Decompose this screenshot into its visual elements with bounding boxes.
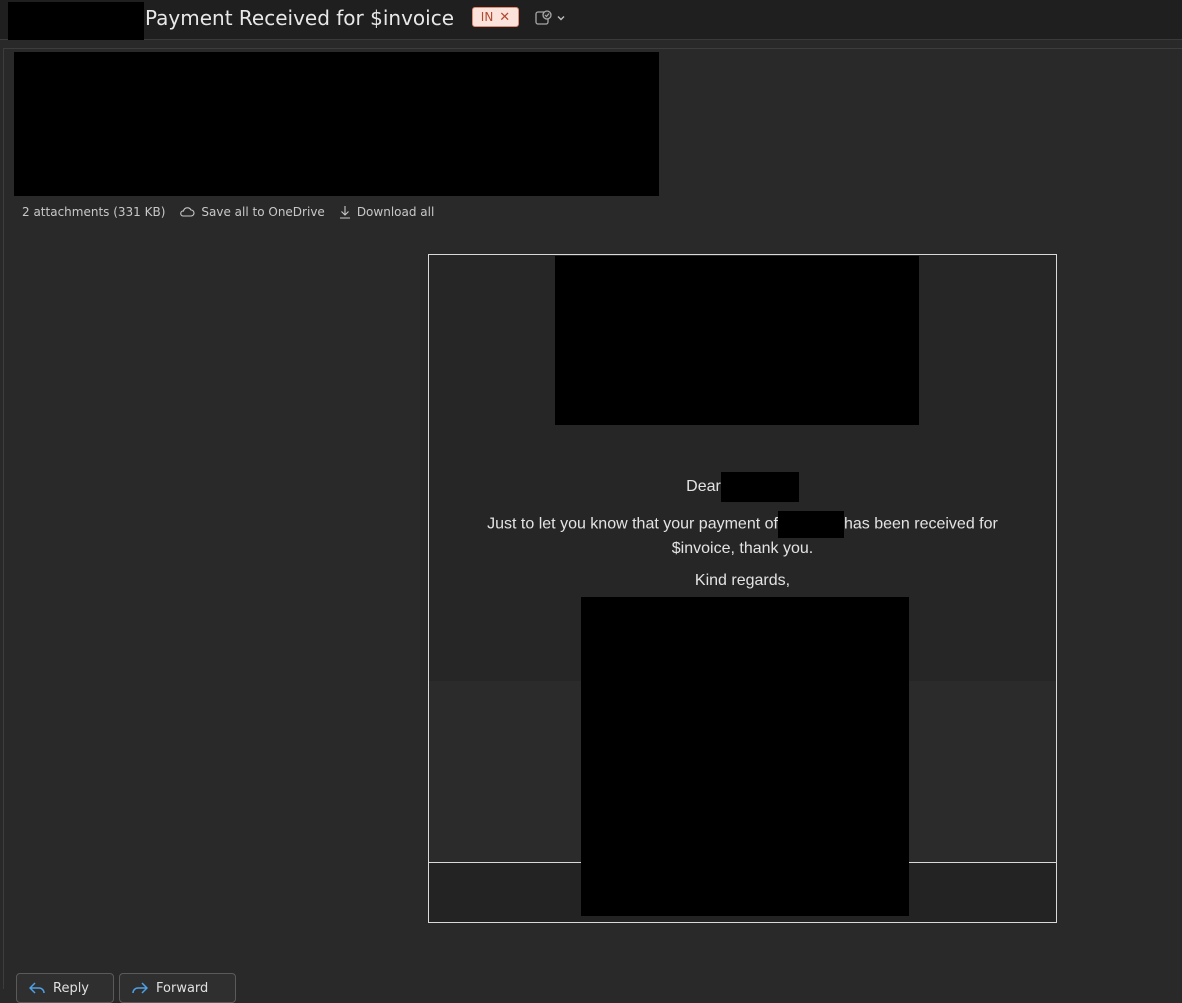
redacted-sender xyxy=(8,2,144,40)
category-tag-label: IN xyxy=(480,10,494,24)
reading-pane-left-border xyxy=(3,48,4,989)
forward-button[interactable]: Forward xyxy=(119,973,236,1003)
save-to-onedrive-button[interactable]: Save all to OneDrive xyxy=(179,205,325,219)
redacted-logo xyxy=(555,256,919,425)
close-icon[interactable]: ✕ xyxy=(499,11,510,24)
reply-icon xyxy=(29,982,45,994)
forward-icon xyxy=(132,982,148,994)
reply-label: Reply xyxy=(53,980,90,996)
message-header: Payment Received for $invoice IN ✕ xyxy=(0,0,1182,40)
save-to-onedrive-label: Save all to OneDrive xyxy=(201,205,325,219)
email-greeting: Dear xyxy=(429,472,1056,502)
download-all-label: Download all xyxy=(356,205,435,219)
reply-button[interactable]: Reply xyxy=(16,973,114,1003)
download-icon xyxy=(339,206,350,219)
redacted-attachment-previews xyxy=(14,52,659,196)
cloud-icon xyxy=(180,207,195,217)
email-message: Just to let you know that your payment o… xyxy=(429,511,1056,559)
redacted-signature xyxy=(581,597,909,916)
forward-label: Forward xyxy=(156,980,209,996)
mail-rules-icon xyxy=(535,10,552,25)
message-text-before: Just to let you know that your payment o… xyxy=(487,515,778,533)
redacted-recipient-name xyxy=(720,472,799,502)
chevron-down-icon xyxy=(557,16,565,21)
attachment-bar: 2 attachments (331 KB) Save all to OneDr… xyxy=(22,203,448,221)
email-subject: Payment Received for $invoice xyxy=(145,6,455,30)
attachment-count: 2 attachments (331 KB) xyxy=(22,205,166,219)
email-closing: Kind regards, xyxy=(694,572,791,589)
reading-pane-top-border xyxy=(3,48,1182,49)
greeting-text: Dear xyxy=(686,478,721,496)
email-body: Dear Just to let you know that your paym… xyxy=(428,254,1057,923)
download-all-button[interactable]: Download all xyxy=(339,205,434,219)
category-tag[interactable]: IN ✕ xyxy=(472,7,519,27)
rules-dropdown-button[interactable] xyxy=(534,7,574,29)
redacted-amount xyxy=(777,511,844,538)
